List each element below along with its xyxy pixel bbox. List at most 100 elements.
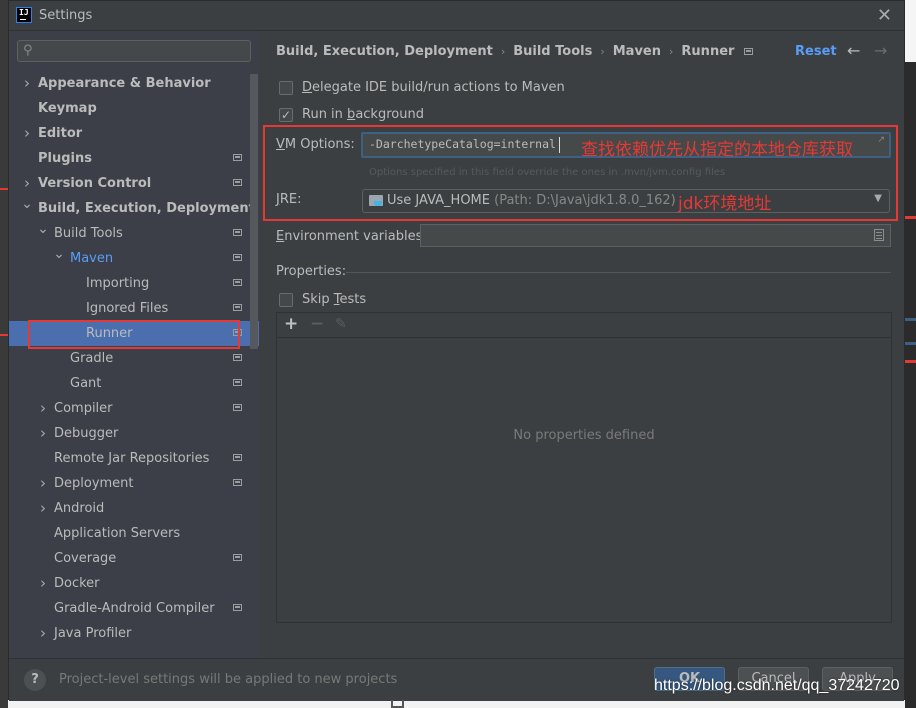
edit-env-icon[interactable] [874, 229, 884, 241]
breadcrumb-item: Runner [681, 44, 735, 59]
sidebar-item-keymap[interactable]: Keymap [9, 96, 259, 121]
project-scope-icon [233, 279, 242, 286]
delegate-label: Delegate IDE build/run actions to Maven [302, 80, 565, 95]
skip-tests-checkbox[interactable] [279, 293, 293, 307]
sidebar-item-gradle-android-compiler[interactable]: Gradle-Android Compiler [9, 596, 259, 621]
search-input[interactable] [40, 42, 244, 62]
sidebar-item-debugger[interactable]: › Debugger [9, 421, 259, 446]
sidebar-item-version-control[interactable]: › Version Control [9, 171, 259, 196]
background-mark [905, 216, 916, 219]
sidebar-item-label: Debugger [54, 426, 119, 441]
properties-table[interactable]: + − ✎ No properties defined [276, 312, 892, 623]
sidebar-item-label: Plugins [38, 151, 92, 166]
sidebar-item-java-profiler[interactable]: › Java Profiler [9, 621, 259, 646]
sidebar-item-build-tools[interactable]: ⌄ Build Tools [9, 221, 259, 246]
background-mark [0, 334, 8, 336]
cancel-button[interactable]: Cancel [738, 667, 809, 691]
sidebar-item-application-servers[interactable]: Application Servers [9, 521, 259, 546]
sidebar-item-label: Editor [38, 126, 83, 141]
jre-selected-value: Use JAVA_HOME (Path: D:\Java\jdk1.8.0_16… [387, 193, 676, 208]
sidebar-item-maven[interactable]: ⌄ Maven [9, 246, 259, 271]
project-scope-icon [233, 479, 242, 486]
chevron-right-icon[interactable]: › [37, 396, 49, 421]
chevron-right-icon[interactable]: › [37, 621, 49, 646]
vm-options-label: VM Options: [276, 137, 355, 152]
sidebar-item-gant[interactable]: Gant [9, 371, 259, 396]
project-scope-icon [233, 554, 242, 561]
sidebar-item-editor[interactable]: › Editor [9, 121, 259, 146]
empty-properties-text: No properties defined [513, 428, 655, 443]
ok-button[interactable]: OK [654, 667, 725, 691]
sidebar-item-remote-jar-repositories[interactable]: Remote Jar Repositories [9, 446, 259, 471]
background-panel [905, 0, 916, 62]
sidebar-item-label: Docker [54, 576, 100, 591]
settings-dialog: IJ Settings ✕ ⚲ › Appearance & Behavior Ke… [8, 0, 905, 701]
settings-sidebar: ⚲ › Appearance & Behavior Keymap › Editor Plu… [9, 31, 259, 658]
sidebar-item-coverage[interactable]: Coverage [9, 546, 259, 571]
sidebar-item-label: Gradle-Android Compiler [54, 601, 215, 616]
chevron-down-icon[interactable]: ⌄ [21, 192, 33, 217]
project-scope-icon [233, 354, 242, 361]
sidebar-item-compiler[interactable]: › Compiler [9, 396, 259, 421]
chevron-right-icon[interactable]: › [21, 71, 33, 96]
skip-tests-label: Skip Tests [302, 292, 367, 307]
back-arrow-icon[interactable]: ← [847, 41, 860, 60]
intellij-icon: IJ [16, 7, 32, 23]
project-scope-icon [233, 454, 242, 461]
project-scope-icon [233, 254, 242, 261]
sidebar-item-label: Application Servers [54, 526, 181, 541]
expand-icon[interactable]: ↗ [877, 135, 885, 145]
search-icon: ⚲ [23, 43, 33, 58]
edit-icon[interactable]: ✎ [335, 314, 347, 334]
forward-arrow-icon[interactable]: → [874, 41, 887, 60]
sidebar-item-label: Runner [86, 326, 133, 341]
chevron-right-icon[interactable]: › [37, 471, 49, 496]
add-icon[interactable]: + [284, 314, 298, 334]
chevron-right-icon[interactable]: › [37, 571, 49, 596]
search-field[interactable]: ⚲ [17, 40, 251, 62]
remove-icon[interactable]: − [310, 314, 324, 334]
sidebar-item-label: Keymap [38, 101, 97, 116]
chevron-down-icon[interactable]: ⌄ [53, 242, 65, 267]
sidebar-item-docker[interactable]: › Docker [9, 571, 259, 596]
chevron-down-icon[interactable]: ⌄ [37, 217, 49, 242]
vm-options-hint: Options specified in this field override… [369, 167, 726, 178]
help-icon[interactable]: ? [24, 669, 46, 691]
sidebar-item-runner[interactable]: Runner [9, 321, 259, 346]
chevron-right-icon[interactable]: › [37, 421, 49, 446]
close-icon[interactable]: ✕ [877, 5, 892, 26]
sidebar-item-label: Maven [70, 251, 114, 266]
settings-tree: › Appearance & Behavior Keymap › Editor Plugi… [9, 71, 259, 646]
jre-dropdown[interactable]: Use JAVA_HOME (Path: D:\Java\jdk1.8.0_16… [362, 189, 890, 213]
breadcrumb-item: Maven [612, 44, 662, 59]
sidebar-item-appearance-behavior[interactable]: › Appearance & Behavior [9, 71, 259, 96]
sidebar-item-importing[interactable]: Importing [9, 271, 259, 296]
properties-separator [346, 272, 891, 273]
chevron-right-icon[interactable]: › [37, 496, 49, 521]
breadcrumb-item: Build Tools [513, 44, 593, 59]
env-variables-input[interactable] [420, 224, 891, 247]
title-bar: IJ Settings ✕ [9, 1, 904, 31]
background-mark [905, 360, 916, 363]
delegate-checkbox[interactable] [279, 81, 293, 95]
project-scope-icon [233, 229, 242, 236]
reset-link[interactable]: Reset [795, 44, 837, 59]
sidebar-item-label: Importing [86, 276, 150, 291]
chevron-right-icon[interactable]: › [21, 121, 33, 146]
sidebar-item-android[interactable]: › Android [9, 496, 259, 521]
apply-button[interactable]: Apply [822, 667, 893, 691]
sidebar-item-label: Coverage [54, 551, 117, 566]
sidebar-item-deployment[interactable]: › Deployment [9, 471, 259, 496]
background-fragment [391, 700, 404, 708]
background-mark [905, 318, 916, 321]
background-window-right [905, 0, 916, 708]
sidebar-item-plugins[interactable]: Plugins [9, 146, 259, 171]
sidebar-item-gradle[interactable]: Gradle [9, 346, 259, 371]
sidebar-item-label: Deployment [54, 476, 134, 491]
project-scope-icon [744, 48, 754, 55]
sidebar-item-ignored-files[interactable]: Ignored Files [9, 296, 259, 321]
dropdown-arrow-icon: ▼ [874, 193, 882, 204]
project-scope-icon [233, 329, 242, 336]
run-in-background-checkbox[interactable] [279, 106, 293, 124]
sidebar-scrollbar[interactable] [250, 74, 258, 349]
